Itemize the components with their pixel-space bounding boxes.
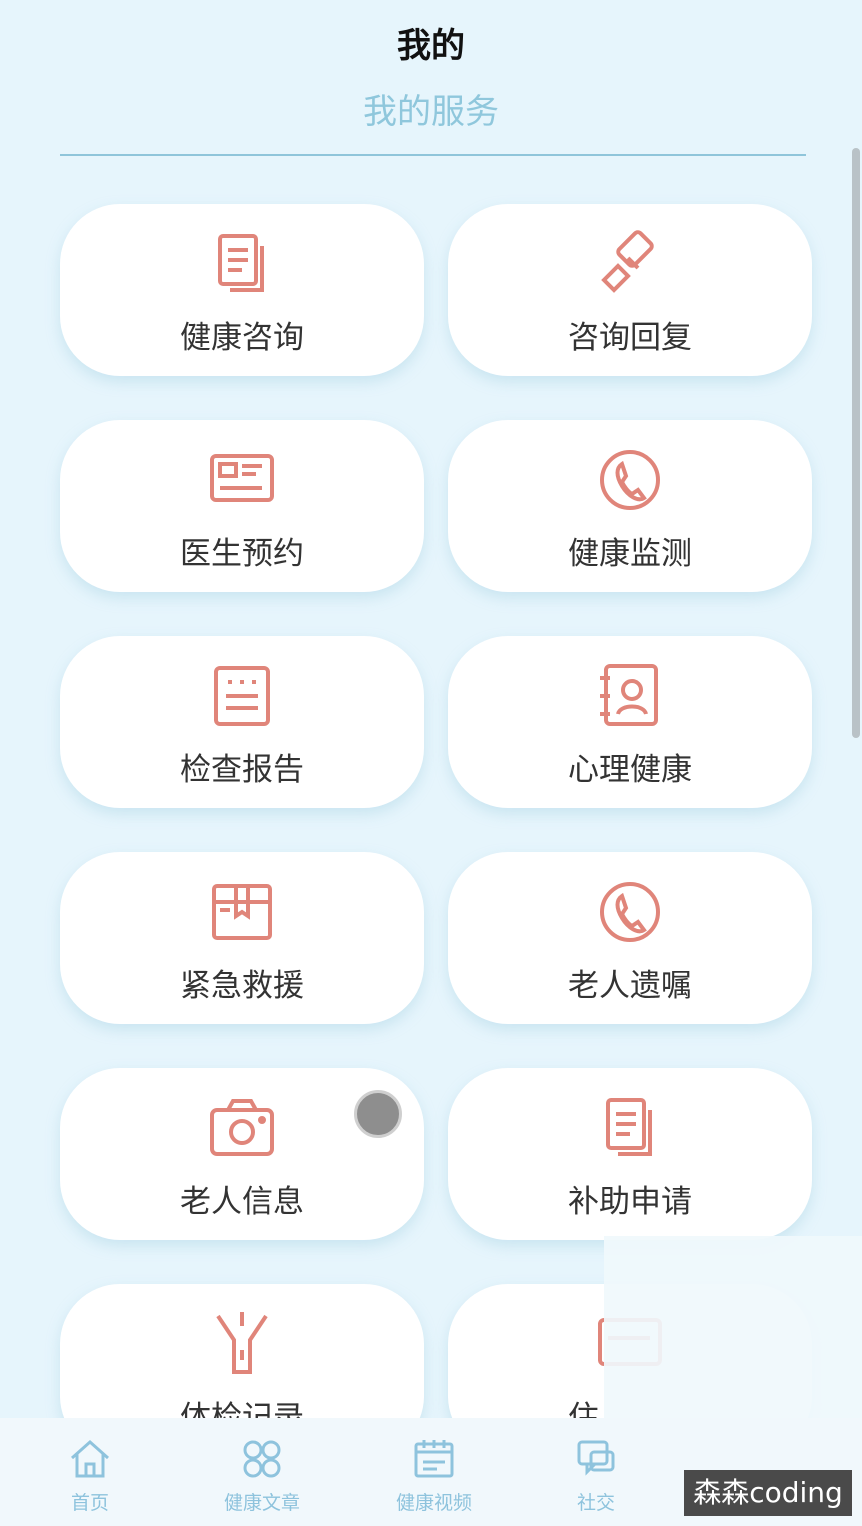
service-label: 医生预约	[180, 536, 304, 572]
service-label: 老人信息	[180, 1184, 304, 1220]
box-icon	[206, 876, 278, 948]
service-label: 健康监测	[568, 536, 692, 572]
tab-label: 首页	[70, 1492, 109, 1514]
tab-home[interactable]: 首页	[4, 1418, 176, 1526]
service-subsidy-apply[interactable]: 补助申请	[448, 1068, 812, 1240]
document-icon	[206, 228, 278, 300]
phone-icon	[594, 444, 666, 516]
chat-icon	[577, 1440, 615, 1476]
tab-health-articles[interactable]: 健康文章	[176, 1418, 348, 1526]
service-label: 补助申请	[568, 1184, 692, 1220]
service-doctor-booking[interactable]: 医生预约	[60, 420, 424, 592]
service-label: 咨询回复	[568, 320, 692, 356]
tab-label: 健康视频	[395, 1492, 472, 1514]
watermark: 森森coding	[684, 1470, 852, 1516]
flashlight-icon	[206, 1308, 278, 1380]
service-label: 检查报告	[180, 752, 304, 788]
tab-health-videos[interactable]: 健康视频	[348, 1418, 520, 1526]
calendar-icon	[414, 1440, 454, 1478]
tab-label: 健康文章	[223, 1492, 300, 1514]
camera-icon	[206, 1092, 278, 1164]
service-health-monitor[interactable]: 健康监测	[448, 420, 812, 592]
service-label: 老人遗嘱	[568, 968, 692, 1004]
service-label: 心理健康	[568, 752, 692, 788]
document-icon	[594, 1092, 666, 1164]
tab-label: 社交	[576, 1492, 615, 1514]
service-elderly-will[interactable]: 老人遗嘱	[448, 852, 812, 1024]
contact-book-icon	[594, 660, 666, 732]
stamp-icon	[594, 228, 666, 300]
phone-icon	[594, 876, 666, 948]
service-consult-reply[interactable]: 咨询回复	[448, 204, 812, 376]
grid-icon	[243, 1440, 281, 1478]
id-card-icon	[206, 444, 278, 516]
service-health-consult[interactable]: 健康咨询	[60, 204, 424, 376]
service-label: 紧急救援	[180, 968, 304, 1004]
service-emergency[interactable]: 紧急救援	[60, 852, 424, 1024]
home-icon	[71, 1439, 109, 1478]
service-exam-report[interactable]: 检查报告	[60, 636, 424, 808]
service-mental-health[interactable]: 心理健康	[448, 636, 812, 808]
report-icon	[206, 660, 278, 732]
service-label: 健康咨询	[180, 320, 304, 356]
tab-social[interactable]: 社交	[510, 1418, 682, 1526]
floating-assistive-button[interactable]	[354, 1090, 402, 1138]
